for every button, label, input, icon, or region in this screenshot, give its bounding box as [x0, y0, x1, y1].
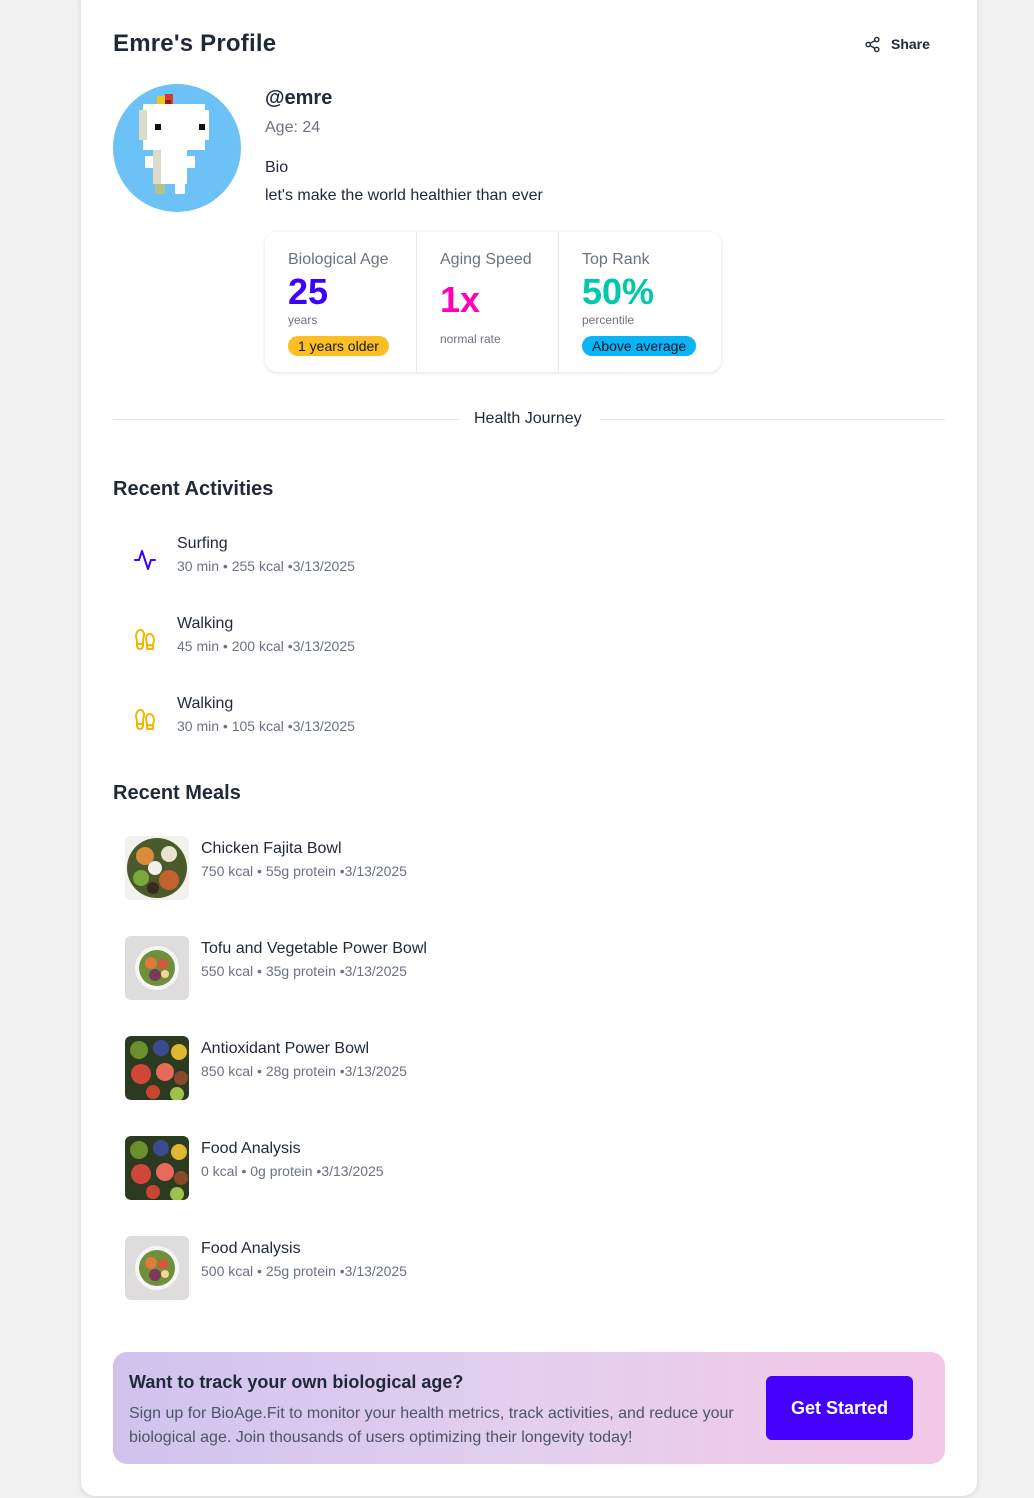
activity-item[interactable]: Surfing 30 min • 255 kcal •3/13/2025 [113, 535, 945, 599]
stat-unit: percentile [582, 313, 635, 327]
meal-photo [125, 836, 189, 900]
divider-line [600, 419, 945, 420]
activity-name: Surfing [177, 535, 228, 552]
user-age: Age: 24 [265, 119, 321, 136]
aging-speed-value: 1x [440, 279, 481, 320]
status-badge: 1 years older [288, 336, 389, 356]
meal-name: Antioxidant Power Bowl [201, 1040, 370, 1057]
meal-item[interactable]: Food Analysis 500 kcal • 25g protein •3/… [113, 1236, 945, 1300]
stats-panel: Biological Age 25 years 1 years older Ag… [265, 232, 721, 372]
share-label: Share [891, 36, 930, 52]
top-rank-stat: Top Rank 50% percentile Above average [558, 232, 721, 372]
stat-unit: years [288, 313, 318, 327]
bio-text: let's make the world healthier than ever [265, 187, 543, 204]
banner-text: Sign up for BioAge.Fit to monitor your h… [129, 1405, 734, 1446]
meal-meta: 500 kcal • 25g protein •3/13/2025 [201, 1263, 407, 1279]
banner-title: Want to track your own biological age? [129, 1372, 464, 1392]
meal-item[interactable]: Chicken Fajita Bowl 750 kcal • 55g prote… [113, 836, 945, 900]
stat-label: Top Rank [582, 251, 650, 268]
meal-name: Food Analysis [201, 1140, 301, 1157]
activity-meta: 30 min • 255 kcal •3/13/2025 [177, 558, 355, 574]
stat-unit: normal rate [440, 332, 501, 346]
activity-pulse-icon [134, 550, 156, 570]
avatar [113, 84, 241, 212]
meal-item[interactable]: Tofu and Vegetable Power Bowl 550 kcal •… [113, 936, 945, 1000]
page-title: Emre's Profile [113, 30, 277, 57]
top-rank-value: 50% [582, 271, 655, 312]
stat-label: Biological Age [288, 251, 389, 268]
biological-age-value: 25 [288, 271, 329, 312]
status-badge: Above average [582, 336, 697, 356]
meal-meta: 550 kcal • 35g protein •3/13/2025 [201, 963, 407, 979]
get-started-button[interactable]: Get Started [766, 1376, 913, 1440]
activity-name: Walking [177, 615, 234, 632]
recent-activities-title: Recent Activities [113, 478, 274, 500]
meal-meta: 0 kcal • 0g protein •3/13/2025 [201, 1163, 384, 1179]
meal-item[interactable]: Antioxidant Power Bowl 850 kcal • 28g pr… [113, 1036, 945, 1100]
activity-meta: 45 min • 200 kcal •3/13/2025 [177, 638, 355, 654]
meal-name: Tofu and Vegetable Power Bowl [201, 940, 427, 957]
bio-label: Bio [265, 159, 289, 176]
signup-banner: Want to track your own biological age? S… [113, 1352, 945, 1464]
footprints-icon [135, 709, 155, 730]
activity-item[interactable]: Walking 45 min • 200 kcal •3/13/2025 [113, 615, 945, 679]
meal-name: Chicken Fajita Bowl [201, 840, 342, 857]
share-icon [865, 36, 880, 52]
meal-meta: 750 kcal • 55g protein •3/13/2025 [201, 863, 407, 879]
meal-meta: 850 kcal • 28g protein •3/13/2025 [201, 1063, 407, 1079]
biological-age-stat: Biological Age 25 years 1 years older [265, 232, 416, 372]
divider-line [113, 419, 459, 420]
activity-name: Walking [177, 695, 234, 712]
stat-label: Aging Speed [440, 251, 532, 268]
meal-photo [125, 936, 189, 1000]
meal-name: Food Analysis [201, 1240, 301, 1257]
activity-meta: 30 min • 105 kcal •3/13/2025 [177, 718, 355, 734]
share-button[interactable]: Share [864, 34, 930, 54]
meal-photo [125, 1236, 189, 1300]
activity-item[interactable]: Walking 30 min • 105 kcal •3/13/2025 [113, 695, 945, 759]
recent-meals-title: Recent Meals [113, 782, 241, 804]
pixel-character-avatar [139, 94, 209, 194]
meal-item[interactable]: Food Analysis 0 kcal • 0g protein •3/13/… [113, 1136, 945, 1200]
health-journey-divider-label: Health Journey [474, 410, 582, 427]
meal-photo [125, 1136, 189, 1200]
meal-photo [125, 1036, 189, 1100]
aging-speed-stat: Aging Speed 1x normal rate [416, 232, 558, 372]
username-handle: @emre [265, 87, 333, 109]
footprints-icon [135, 629, 155, 650]
